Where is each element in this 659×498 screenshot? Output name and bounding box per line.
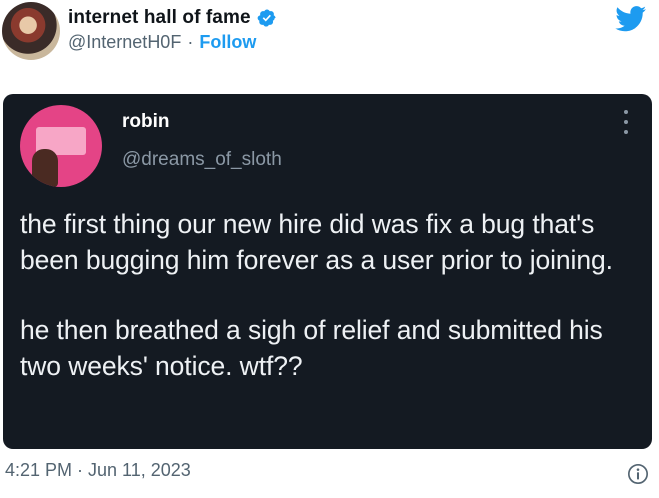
author-display-name[interactable]: internet hall of fame — [68, 7, 251, 29]
author-handle[interactable]: @InternetH0F — [68, 32, 181, 53]
author-name-row: internet hall of fame — [68, 6, 277, 30]
embedded-handle: @dreams_of_sloth — [122, 149, 282, 170]
separator-dot: · — [187, 32, 194, 52]
embedded-avatar — [20, 105, 102, 187]
embedded-tweet-text: the first thing our new hire did was fix… — [20, 206, 645, 384]
follow-button[interactable]: Follow — [199, 32, 256, 53]
more-options-icon — [621, 110, 631, 134]
info-icon[interactable] — [627, 463, 649, 485]
verified-badge-icon — [257, 8, 277, 28]
embedded-paragraph-1: the first thing our new hire did was fix… — [20, 209, 613, 275]
twitter-bird-icon[interactable] — [615, 6, 647, 32]
tweet-timestamp[interactable]: 4:21 PM · Jun 11, 2023 — [5, 460, 191, 481]
embedded-paragraph-2: he then breathed a sigh of relief and su… — [20, 315, 603, 381]
embedded-tweet-image: robin @dreams_of_sloth the first thing o… — [3, 94, 652, 449]
author-handle-row: @InternetH0F · Follow — [68, 32, 256, 53]
embedded-display-name: robin — [122, 111, 170, 132]
author-avatar[interactable] — [2, 2, 60, 60]
avatar-person-shape — [32, 149, 58, 187]
tweet-header: internet hall of fame @InternetH0F · Fol… — [0, 0, 659, 80]
